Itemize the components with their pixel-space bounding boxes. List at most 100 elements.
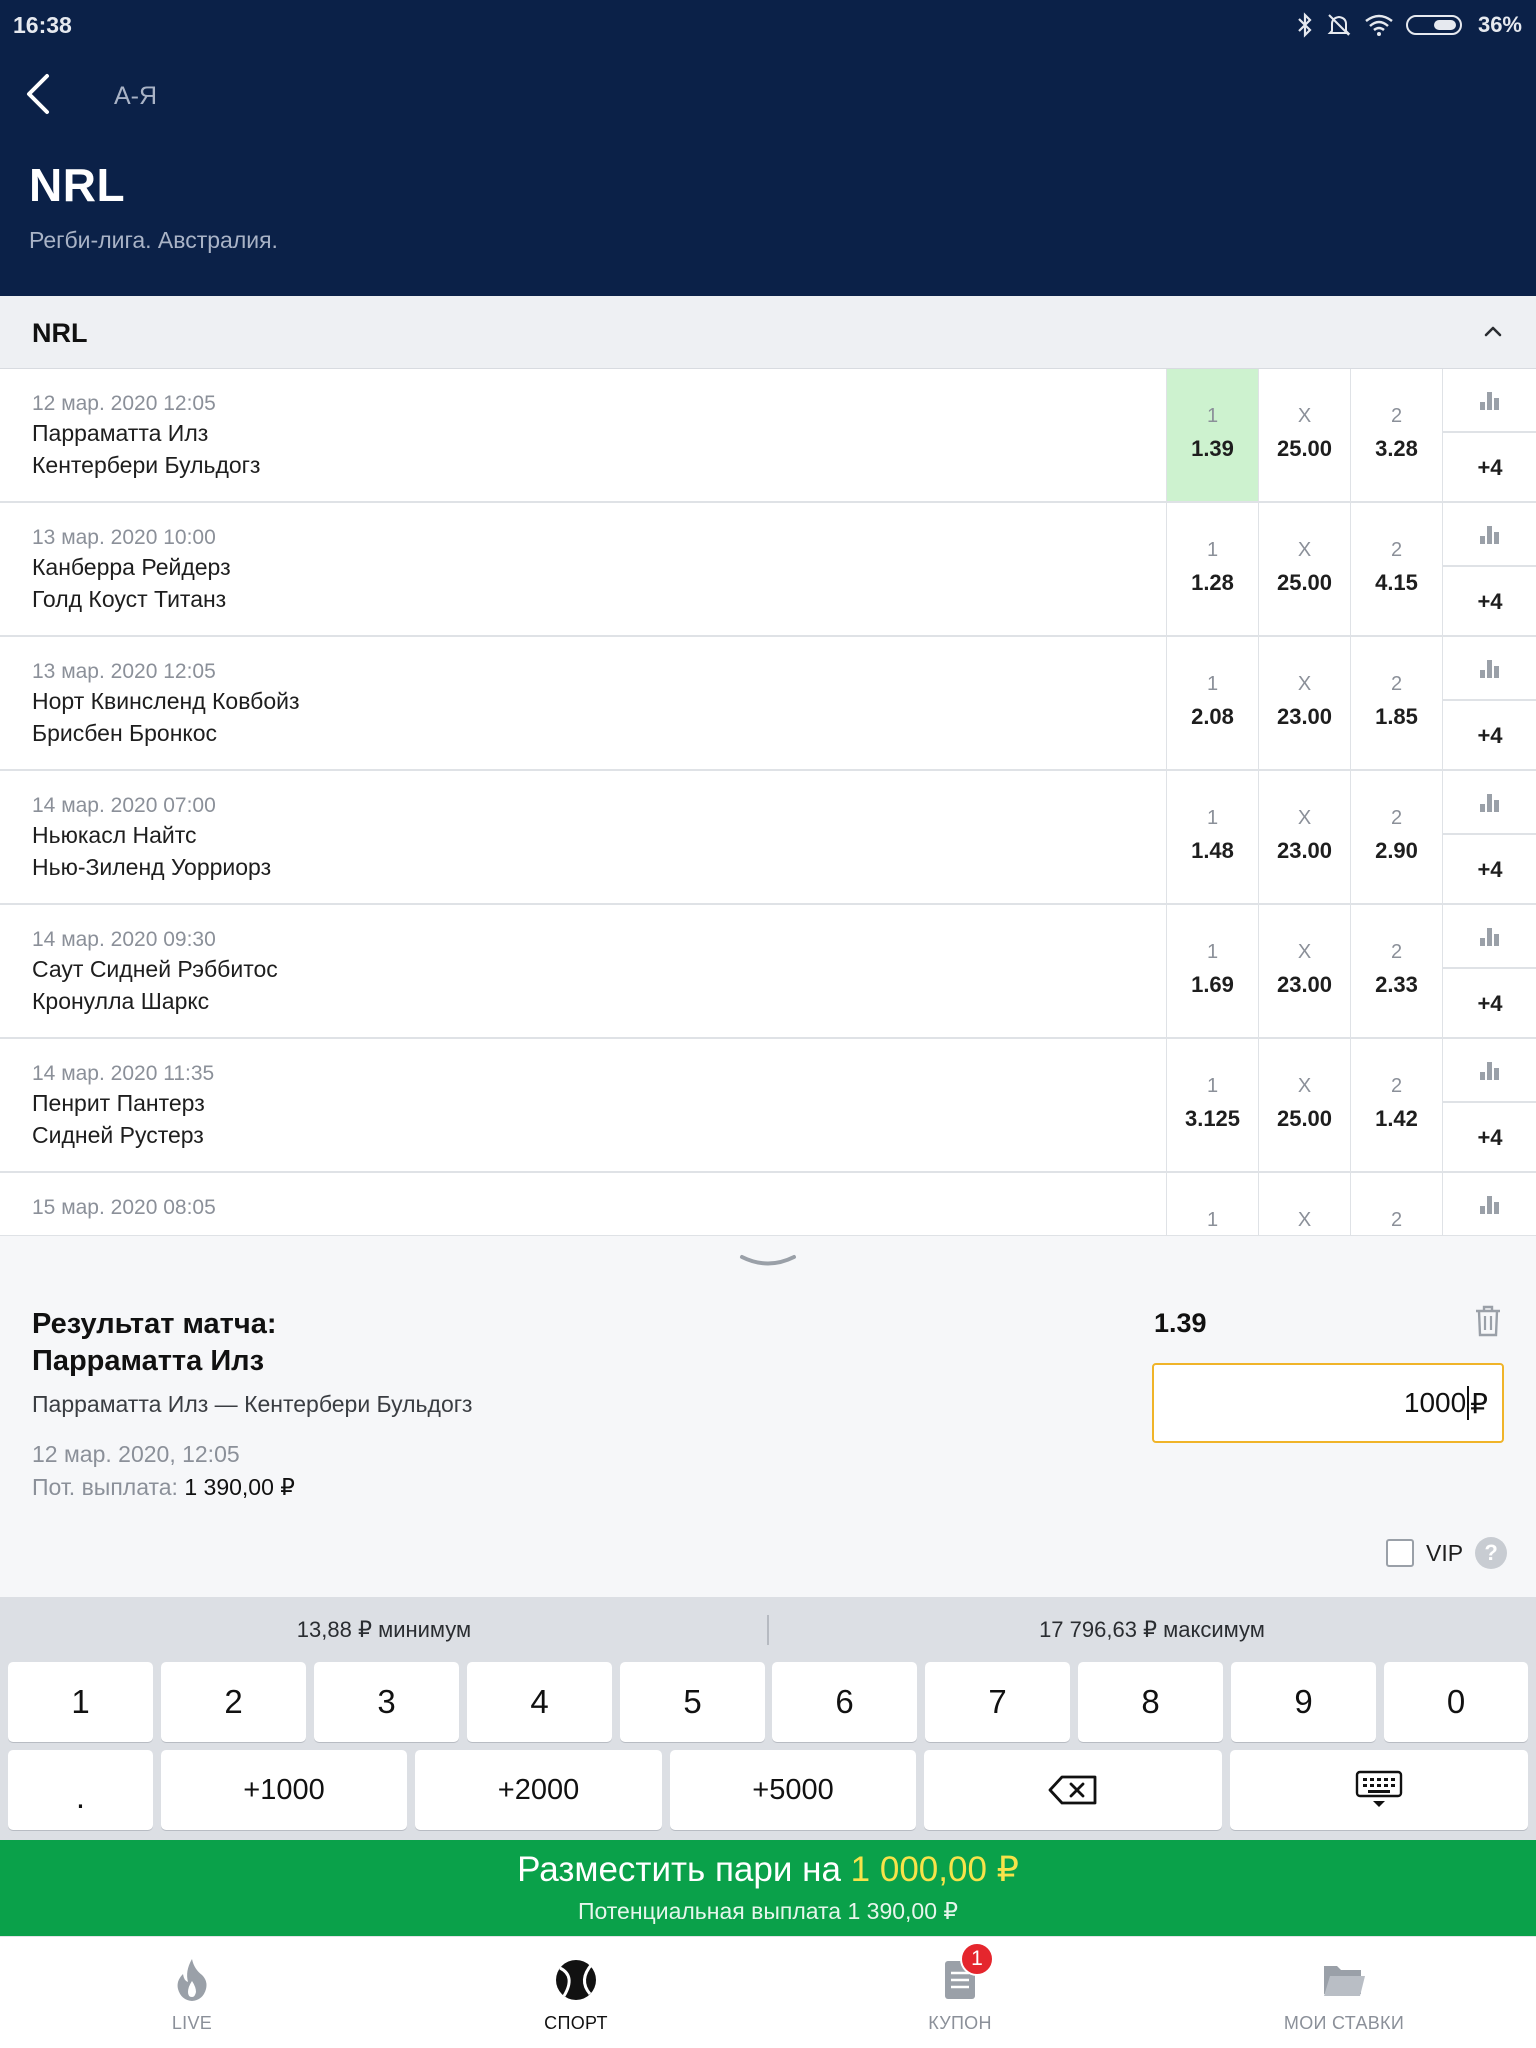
odd-away-button[interactable]: 2 1.85 [1350,637,1442,769]
odd-value: 3.28 [1375,436,1418,461]
back-button[interactable] [18,70,58,118]
odd-draw-button[interactable]: X 23.00 [1258,637,1350,769]
odd-away-button[interactable]: 2 1.42 [1350,1039,1442,1171]
odd-draw-button[interactable]: X 25.00 [1258,503,1350,635]
odd-home-button[interactable]: 1 2.08 [1166,637,1258,769]
odd-label: 1 [1206,941,1219,963]
odd-away-button[interactable]: 2 [1350,1173,1442,1235]
key-7[interactable]: 7 [925,1662,1070,1742]
key-dot[interactable]: . [8,1750,153,1830]
stats-button[interactable] [1443,1173,1536,1235]
odd-value: 1.85 [1375,704,1418,729]
key-8[interactable]: 8 [1078,1662,1223,1742]
event-extra [1442,1173,1536,1235]
event-row[interactable]: 13 мар. 2020 10:00 Канберра Рейдерз Голд… [0,503,1536,637]
odd-away-button[interactable]: 2 3.28 [1350,369,1442,501]
odd-draw-button[interactable]: X [1258,1173,1350,1235]
hide-keyboard-key[interactable] [1230,1750,1528,1830]
odd-value: 2.33 [1375,972,1418,997]
slip-match: Парраматта Илз — Кентербери Бульдогз [32,1391,473,1417]
bar-chart-icon [1480,526,1499,544]
odd-value: 23.00 [1276,704,1333,729]
odd-home-button[interactable]: 1 [1166,1173,1258,1235]
stats-button[interactable] [1443,905,1536,969]
odd-home-button[interactable]: 1 3.125 [1166,1039,1258,1171]
odd-draw-button[interactable]: X 25.00 [1258,1039,1350,1171]
event-row[interactable]: 14 мар. 2020 09:30 Саут Сидней Рэббитос … [0,905,1536,1039]
slip-selection: Парраматта Илз [32,1345,264,1377]
stats-button[interactable] [1443,1039,1536,1103]
arrow-left-icon [27,74,49,114]
key-1[interactable]: 1 [8,1662,153,1742]
event-row[interactable]: 12 мар. 2020 12:05 Парраматта Илз Кентер… [0,369,1536,503]
nav-icon [167,1955,217,2005]
key-3[interactable]: 3 [314,1662,459,1742]
key-plus-2000[interactable]: +2000 [415,1750,662,1830]
event-extra: +4 [1442,1039,1536,1171]
more-markets-button[interactable]: +4 [1443,1105,1536,1171]
more-markets-button[interactable]: +4 [1443,435,1536,501]
stats-button[interactable] [1443,771,1536,835]
nav-live[interactable]: LIVE [0,1937,384,2048]
chevron-down-icon[interactable] [738,1252,798,1272]
key-4[interactable]: 4 [467,1662,612,1742]
nav-sport[interactable]: СПОРТ [384,1937,768,2048]
nav-my-bets[interactable]: МОИ СТАВКИ [1152,1937,1536,2048]
event-row[interactable]: 15 мар. 2020 08:05 1 X 2 [0,1173,1536,1235]
more-markets-button[interactable]: +4 [1443,703,1536,769]
more-markets-button[interactable]: +4 [1443,971,1536,1037]
key-9[interactable]: 9 [1231,1662,1376,1742]
coupon-badge: 1 [960,1942,994,1976]
odd-away-button[interactable]: 2 2.33 [1350,905,1442,1037]
stake-keypad: 13,88 ₽ минимум 17 796,63 ₽ максимум 1 2… [0,1597,1536,1840]
bar-chart-icon [1480,1062,1499,1080]
more-markets-button[interactable]: +4 [1443,837,1536,903]
event-team-home: Канберра Рейдерз [32,554,231,580]
sort-label[interactable]: А-Я [114,82,157,111]
more-markets-button[interactable]: +4 [1443,569,1536,635]
status-bar: 16:38 36% [0,0,1536,50]
stake-input[interactable]: 1000 ₽ [1152,1363,1504,1443]
event-info: 15 мар. 2020 08:05 [32,1195,1132,1221]
slip-coefficient: 1.39 [1154,1308,1207,1338]
odd-home-button[interactable]: 1 1.69 [1166,905,1258,1037]
odd-home-button[interactable]: 1 1.48 [1166,771,1258,903]
vip-checkbox[interactable] [1386,1539,1414,1567]
trash-icon[interactable] [1473,1304,1503,1338]
odd-draw-button[interactable]: X 23.00 [1258,771,1350,903]
key-6[interactable]: 6 [772,1662,917,1742]
odd-away-button[interactable]: 2 4.15 [1350,503,1442,635]
league-section-header[interactable]: NRL [0,296,1536,369]
stats-button[interactable] [1443,637,1536,701]
stats-button[interactable] [1443,369,1536,433]
odd-value: 2.90 [1375,838,1418,863]
bar-chart-icon [1480,1196,1499,1214]
key-0[interactable]: 0 [1384,1662,1528,1742]
event-row[interactable]: 14 мар. 2020 07:00 Ньюкасл Найтс Нью-Зил… [0,771,1536,905]
help-icon[interactable]: ? [1475,1537,1508,1569]
event-row[interactable]: 13 мар. 2020 12:05 Норт Квинсленд Ковбой… [0,637,1536,771]
backspace-key[interactable] [924,1750,1222,1830]
stake-value: 1000 [1403,1387,1467,1418]
odd-label: X [1297,405,1312,427]
place-bet-button[interactable]: Разместить пари на 1 000,00 ₽ Потенциаль… [0,1840,1536,1936]
key-5[interactable]: 5 [620,1662,765,1742]
odd-home-button[interactable]: 1 1.28 [1166,503,1258,635]
key-plus-1000[interactable]: +1000 [161,1750,407,1830]
odd-draw-button[interactable]: X 23.00 [1258,905,1350,1037]
odd-label: 2 [1390,405,1403,427]
odd-value: 2.08 [1191,704,1234,729]
odd-draw-button[interactable]: X 25.00 [1258,369,1350,501]
odd-home-button[interactable]: 1 1.39 [1166,369,1258,501]
nav-label: СПОРТ [544,2013,608,2033]
key-2[interactable]: 2 [161,1662,306,1742]
event-team-home: Норт Квинсленд Ковбойз [32,688,300,714]
stats-button[interactable] [1443,503,1536,567]
chevron-up-icon[interactable] [1478,316,1508,346]
bar-chart-icon [1480,660,1499,678]
odd-value: 4.15 [1375,570,1418,595]
key-plus-5000[interactable]: +5000 [670,1750,916,1830]
odd-away-button[interactable]: 2 2.90 [1350,771,1442,903]
event-row[interactable]: 14 мар. 2020 11:35 Пенрит Пантерз Сидней… [0,1039,1536,1173]
odd-label: 1 [1206,807,1219,829]
